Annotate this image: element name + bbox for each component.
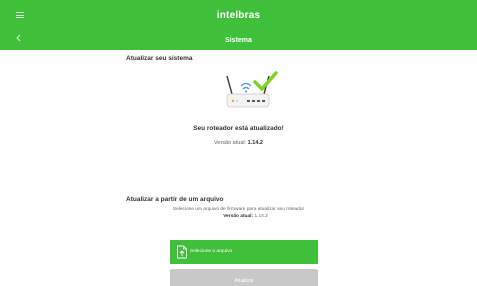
file-version-label: Versão atual: bbox=[223, 214, 254, 219]
select-file-label: Selecione o arquivo bbox=[190, 248, 233, 254]
file-update-description: Selecione um arquivo de firmware para at… bbox=[172, 207, 305, 212]
system-update-heading: Atualizar seu sistema bbox=[126, 55, 193, 62]
update-button[interactable]: Atualizar bbox=[170, 269, 318, 286]
file-update-heading: Atualizar a partir de um arquivo bbox=[126, 196, 224, 203]
current-version-label: Versão atual: bbox=[214, 140, 247, 146]
current-version: Versão atual: 1.14.2 bbox=[0, 140, 477, 146]
update-status-message: Seu roteador está atualizado! bbox=[193, 125, 284, 132]
brand-logo: intelbras bbox=[216, 10, 261, 21]
select-file-button[interactable]: Selecione o arquivo bbox=[170, 240, 318, 264]
current-version-value: 1.14.2 bbox=[247, 140, 263, 146]
file-version-value: 1.14.2 bbox=[254, 214, 268, 219]
upload-file-icon bbox=[177, 245, 187, 259]
file-current-version: Versão atual: 1.14.2 bbox=[0, 214, 477, 219]
page-title: Sistema bbox=[225, 37, 252, 44]
checkmark-icon bbox=[253, 71, 278, 91]
update-button-label: Atualizar bbox=[234, 278, 254, 284]
top-bar: intelbras Sistema bbox=[0, 0, 477, 50]
